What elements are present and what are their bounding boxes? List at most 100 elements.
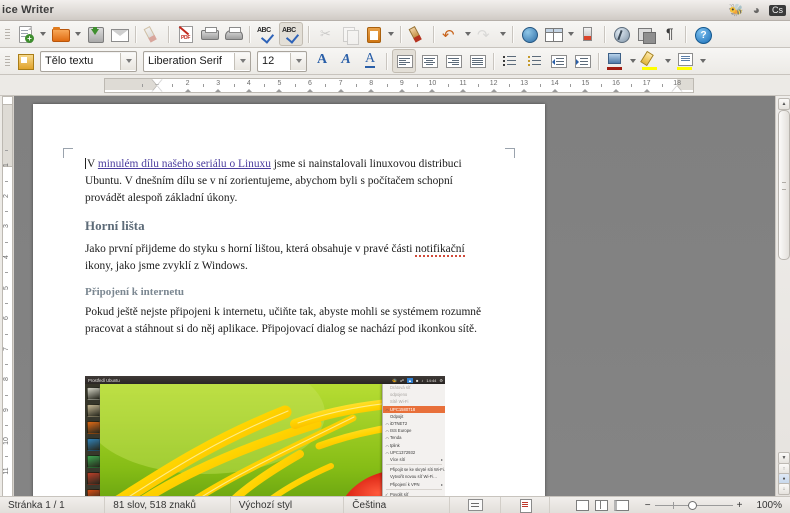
- copy-button[interactable]: [338, 23, 360, 45]
- single-page-view-icon[interactable]: [575, 499, 589, 511]
- decrease-indent-button[interactable]: [547, 50, 569, 72]
- tab-stop-marker[interactable]: [643, 88, 650, 92]
- tab-stop-marker[interactable]: [337, 88, 344, 92]
- paragraph-horni-lista[interactable]: Jako první přijdeme do styku s horní liš…: [85, 241, 493, 275]
- first-line-indent-marker[interactable]: [152, 78, 162, 85]
- highlighting-color-button[interactable]: [639, 50, 661, 72]
- network-menu-item[interactable]: ◠ ISS Europe: [383, 427, 445, 434]
- left-indent-marker[interactable]: [152, 85, 162, 92]
- undo-button[interactable]: ↶: [439, 23, 461, 45]
- zoom-slider-knob[interactable]: [687, 500, 697, 510]
- network-menu-item[interactable]: ◠ UPC1372932: [383, 449, 445, 456]
- next-page-button[interactable]: ↓: [778, 483, 790, 495]
- scroll-up-button[interactable]: ▲: [778, 98, 790, 110]
- undo-dropdown[interactable]: [462, 23, 473, 45]
- network-menu-item[interactable]: ◠ tplink: [383, 442, 445, 449]
- edit-mode-button[interactable]: [141, 23, 163, 45]
- zoom-control[interactable]: − +: [639, 500, 749, 511]
- tab-stop-marker[interactable]: [276, 88, 283, 92]
- tab-stop-marker[interactable]: [215, 88, 222, 92]
- tab-stop-marker[interactable]: [460, 88, 466, 92]
- misspelled-word[interactable]: notifikační: [415, 242, 465, 257]
- view-layout-buttons[interactable]: [566, 497, 639, 513]
- autospellcheck-button[interactable]: ABC: [279, 22, 303, 46]
- font-size-dropdown-arrow[interactable]: [290, 52, 306, 70]
- vertical-ruler[interactable]: 1 2 3 4 5 6 7 8 9 10 11: [0, 96, 14, 498]
- network-menu-item[interactable]: ◠ Tenda: [383, 434, 445, 441]
- zoom-in-button[interactable]: +: [737, 500, 743, 511]
- tab-stop-marker[interactable]: [245, 88, 252, 92]
- launcher-item-writer[interactable]: [87, 438, 100, 451]
- clone-formatting-button[interactable]: [406, 23, 428, 45]
- paragraph-background-dropdown[interactable]: [697, 50, 708, 72]
- font-color-button[interactable]: [604, 50, 626, 72]
- cut-button[interactable]: ✂: [314, 23, 336, 45]
- insert-frame-button[interactable]: [634, 23, 656, 45]
- launcher-item-files[interactable]: [87, 404, 100, 417]
- tab-stop-marker[interactable]: [368, 88, 375, 92]
- document-canvas[interactable]: V minulém dílu našeho seriálu o Linuxu j…: [14, 96, 775, 496]
- paste-dropdown[interactable]: [385, 23, 396, 45]
- export-pdf-button[interactable]: PDF: [174, 23, 196, 45]
- zoom-out-button[interactable]: −: [645, 500, 651, 511]
- align-right-button[interactable]: [442, 50, 464, 72]
- paragraph-style-dropdown-arrow[interactable]: [120, 52, 136, 70]
- vertical-margin-zone[interactable]: [2, 104, 13, 168]
- print-button[interactable]: [198, 23, 220, 45]
- heading-horni-lista[interactable]: Horní lišta: [85, 218, 493, 234]
- font-name-combo[interactable]: Liberation Serif: [143, 50, 251, 72]
- zoom-slider[interactable]: [654, 500, 733, 510]
- network-menu-item[interactable]: Odpojit: [383, 413, 445, 420]
- network-menu-item[interactable]: Připojit se ke skryté síti Wi-Fi...: [383, 466, 445, 473]
- align-center-button[interactable]: [418, 50, 440, 72]
- font-color-dropdown[interactable]: [627, 50, 638, 72]
- selection-mode-indicator[interactable]: [450, 497, 502, 513]
- new-document-button[interactable]: +: [14, 23, 36, 45]
- highlighting-color-dropdown[interactable]: [662, 50, 673, 72]
- redo-button[interactable]: ↷: [474, 23, 496, 45]
- open-document-button[interactable]: [49, 23, 71, 45]
- scrollbar-thumb[interactable]: [778, 110, 790, 260]
- heading-pripojeni-k-internetu[interactable]: Připojení k internetu: [85, 286, 493, 298]
- paragraph-intro[interactable]: V minulém dílu našeho seriálu o Linuxu j…: [85, 156, 493, 207]
- insert-table-button[interactable]: [542, 23, 564, 45]
- tab-stop-marker[interactable]: [307, 88, 313, 92]
- embedded-ubuntu-screenshot[interactable]: Prostředí Ubuntu 🐝 ☍ ▲ ■ ♪ 14:44 ⚙ Dráto…: [85, 376, 445, 496]
- tab-stop-marker[interactable]: [398, 88, 405, 92]
- open-document-dropdown[interactable]: [72, 23, 83, 45]
- tab-stop-marker[interactable]: [551, 88, 558, 92]
- language-indicator[interactable]: Čeština: [344, 497, 450, 513]
- underline-button[interactable]: A: [359, 50, 381, 72]
- multi-page-view-icon[interactable]: [594, 499, 608, 511]
- network-menu-item[interactable]: Připojení k VPN ▸: [383, 480, 445, 487]
- paragraph-background-button[interactable]: [674, 50, 696, 72]
- font-size-combo[interactable]: 12: [257, 50, 307, 72]
- document-page[interactable]: V minulém dílu našeho seriálu o Linuxu j…: [33, 104, 545, 496]
- italic-button[interactable]: A: [335, 50, 357, 72]
- unordered-list-button[interactable]: [499, 50, 521, 72]
- tab-stop-marker[interactable]: [582, 88, 589, 92]
- align-left-button[interactable]: [392, 49, 416, 73]
- keyboard-layout-icon[interactable]: Cs: [769, 4, 786, 16]
- paste-button[interactable]: [362, 23, 384, 45]
- tab-stop-marker[interactable]: [184, 88, 191, 92]
- hyperlink-previous-article[interactable]: minulém dílu našeho seriálu o Linuxu: [98, 158, 271, 170]
- network-menu-item[interactable]: Vytvořit novou síť Wi-Fi...: [383, 473, 445, 480]
- new-document-dropdown[interactable]: [37, 23, 48, 45]
- launcher-item-dash-home[interactable]: [87, 387, 100, 400]
- font-name-dropdown-arrow[interactable]: [234, 52, 250, 70]
- tab-stop-marker[interactable]: [521, 88, 528, 92]
- launcher-item-calc[interactable]: [87, 455, 100, 468]
- zoom-level-indicator[interactable]: 100%: [748, 497, 790, 513]
- help-button[interactable]: ?: [691, 23, 713, 45]
- launcher-item-firefox[interactable]: [87, 421, 100, 434]
- formatting-marks-button[interactable]: ¶: [658, 23, 680, 45]
- special-character-button[interactable]: [610, 23, 632, 45]
- paragraph-pripojeni[interactable]: Pokud ještě nejste připojeni k internetu…: [85, 304, 493, 338]
- redo-dropdown[interactable]: [497, 23, 508, 45]
- toolbar-grip[interactable]: [4, 52, 11, 70]
- spelling-check-button[interactable]: ABC: [255, 23, 277, 45]
- insert-table-dropdown[interactable]: [565, 23, 576, 45]
- insert-hyperlink-button[interactable]: [518, 23, 540, 45]
- bug-icon[interactable]: 🐝: [729, 4, 744, 16]
